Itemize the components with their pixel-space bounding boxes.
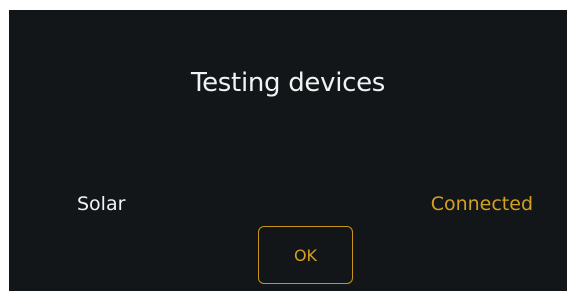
- ok-button[interactable]: OK: [258, 226, 353, 284]
- dialog-title: Testing devices: [190, 68, 386, 98]
- device-status: Connected: [430, 193, 533, 215]
- device-name: Solar: [77, 193, 126, 215]
- testing-devices-dialog: Testing devices Solar Connected OK: [9, 10, 567, 291]
- device-row-solar: Solar Connected: [9, 191, 567, 217]
